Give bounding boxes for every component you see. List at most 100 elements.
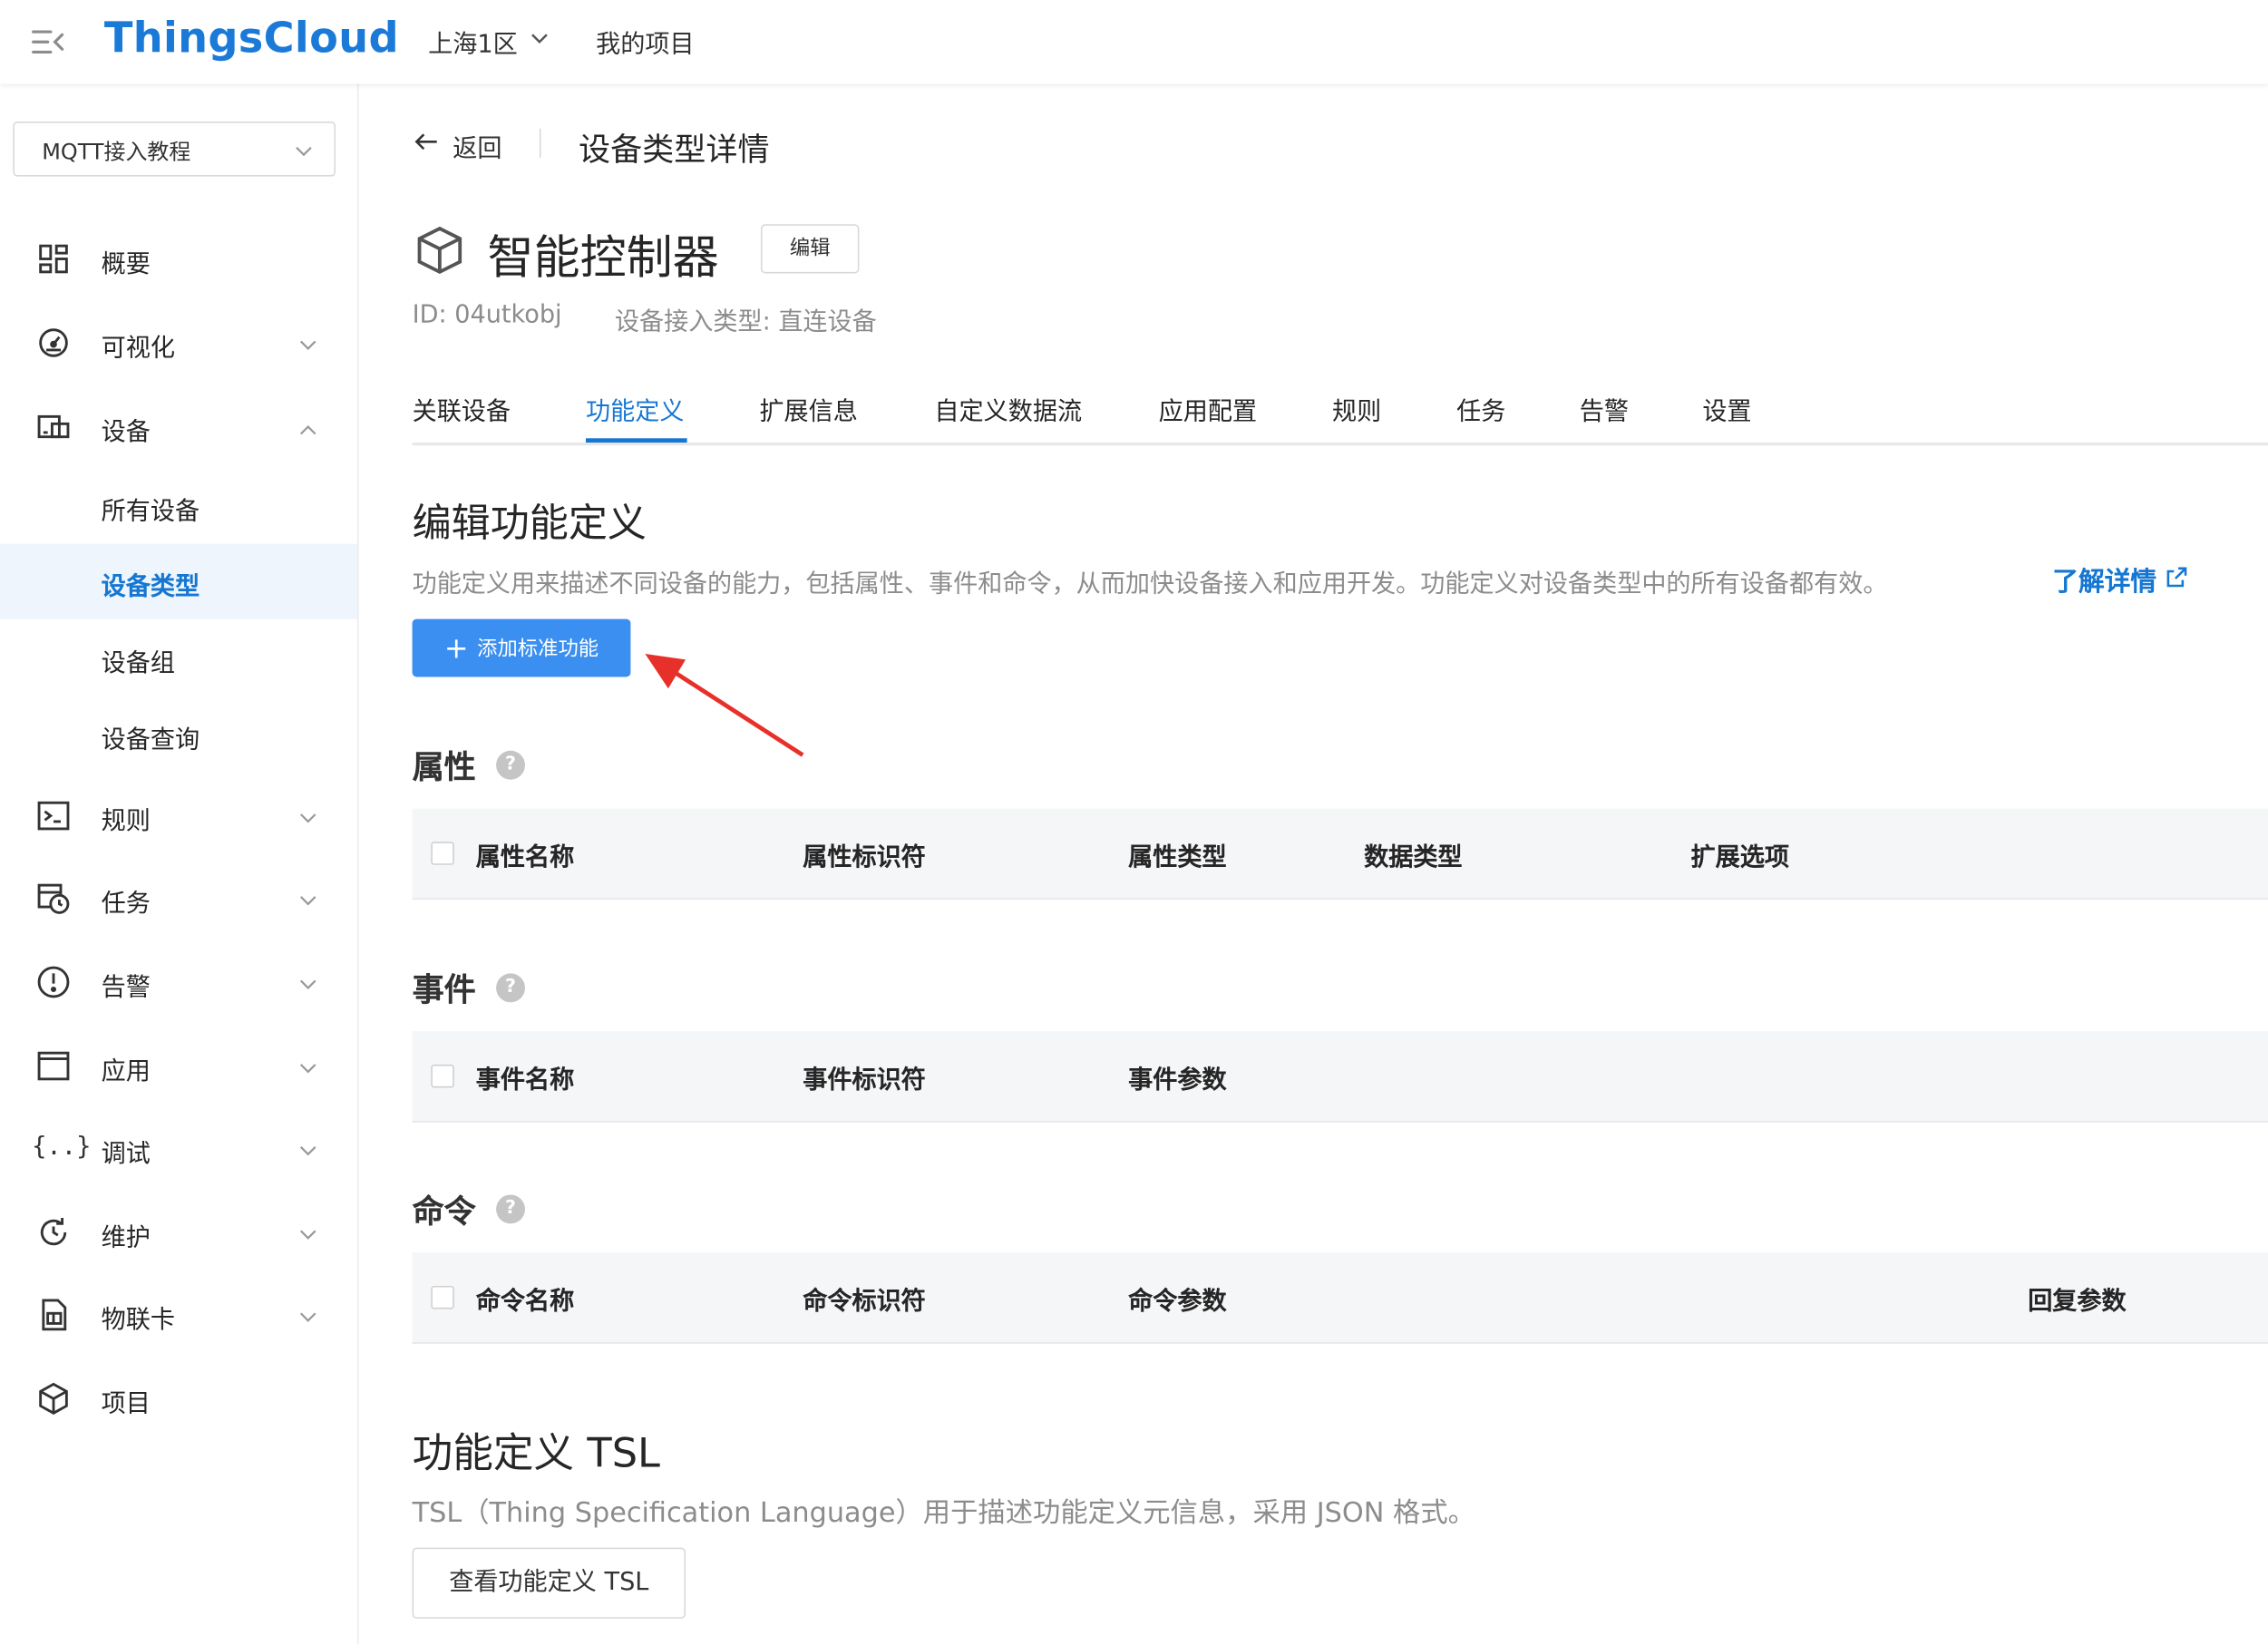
sidebar-item-alerts[interactable]: 告警 [0,953,357,1011]
sidebar-item-label: 调试 [101,1139,151,1169]
column-header: 回复参数 [2028,1287,2127,1317]
column-header: 属性标识符 [803,842,926,872]
chevron-down-icon [298,807,318,834]
column-header: 属性类型 [1128,842,1227,872]
tab-extended-info[interactable]: 扩展信息 [759,391,857,427]
project-select-value: MQTT接入教程 [42,139,191,165]
sidebar-item-apps[interactable]: 应用 [0,1037,357,1095]
plus-icon: + [443,630,469,666]
tab-settings[interactable]: 设置 [1702,391,1751,427]
maintenance-icon [36,1215,71,1250]
sidebar-subitem-device-groups[interactable]: 设备组 [0,620,357,696]
sidebar: MQTT接入教程 概要 可视化 设备 所有设备 设备类型 设备组 设备查询 规则… [0,83,359,1645]
column-header: 属性名称 [475,842,575,872]
sidebar-item-visualization[interactable]: 可视化 [0,314,357,372]
events-heading: 事件 ? [412,965,526,1011]
column-header: 数据类型 [1364,842,1463,872]
chevron-down-icon [298,1306,318,1333]
chevron-down-icon [298,973,318,1000]
scheduled-task-icon [36,881,71,915]
sidebar-item-label: 物联卡 [101,1306,175,1336]
sidebar-item-debug[interactable]: {..} 调试 [0,1120,357,1178]
device-type-cube-icon [414,224,465,282]
tab-tasks[interactable]: 任务 [1456,391,1505,427]
sidebar-item-sim-cards[interactable]: 物联卡 [0,1286,357,1344]
cube-icon [36,1381,71,1416]
sidebar-subitem-device-types[interactable]: 设备类型 [0,543,357,619]
select-all-checkbox[interactable] [431,1064,454,1088]
tab-linked-devices[interactable]: 关联设备 [413,391,511,427]
sidebar-subitem-label: 设备查询 [101,725,200,755]
tab-rules[interactable]: 规则 [1332,391,1381,427]
alert-icon [36,965,71,999]
window-icon [36,1048,71,1083]
tab-custom-data-streams[interactable]: 自定义数据流 [934,391,1082,427]
commands-heading: 命令 ? [412,1186,526,1232]
external-link-icon [2166,565,2189,595]
sidebar-subitem-device-query[interactable]: 设备查询 [0,697,357,773]
help-icon[interactable]: ? [496,1194,526,1224]
section-title: 编辑功能定义 [412,501,647,547]
sidebar-item-rules[interactable]: 规则 [0,787,357,845]
chevron-down-icon [298,1057,318,1085]
chevron-up-icon [298,418,318,445]
sidebar-item-label: 概要 [101,249,151,279]
section-description: 功能定义用来描述不同设备的能力，包括属性、事件和命令，从而加快设备接入和应用开发… [412,569,1888,599]
tab-function-definition[interactable]: 功能定义 [586,391,684,427]
properties-heading: 属性 ? [412,742,526,788]
project-select[interactable]: MQTT接入教程 [13,121,336,177]
view-tsl-button[interactable]: 查看功能定义 TSL [412,1547,686,1619]
properties-title: 属性 [412,750,476,787]
region-selector[interactable]: 上海1区 [428,24,552,60]
sidebar-item-label: 告警 [101,973,151,1003]
column-header: 扩展选项 [1690,842,1790,872]
sidebar-item-label: 可视化 [101,334,175,364]
tab-app-config[interactable]: 应用配置 [1159,391,1257,427]
menu-collapse-icon[interactable] [29,24,66,61]
brand-logo[interactable]: ThingsCloud [104,13,399,62]
column-header: 事件参数 [1128,1066,1227,1095]
add-standard-function-button[interactable]: + 添加标准功能 [412,618,631,677]
select-all-checkbox[interactable] [431,1285,454,1309]
chevron-down-icon [298,890,318,917]
chevron-down-icon [294,141,314,168]
header-divider [539,128,541,158]
help-icon[interactable]: ? [496,750,526,780]
commands-title: 命令 [412,1194,476,1231]
tsl-title: 功能定义 TSL [412,1428,660,1477]
tab-bar: 关联设备 功能定义 扩展信息 自定义数据流 应用配置 规则 任务 告警 设置 [412,379,2268,446]
terminal-icon [36,798,71,832]
active-tab-indicator [585,438,687,443]
edit-button[interactable]: 编辑 [760,224,860,274]
braces-icon: {..} [32,1132,92,1162]
learn-more-link[interactable]: 了解详情 [2052,561,2188,599]
chevron-down-icon [298,334,318,361]
sidebar-subitem-label: 所有设备 [101,497,200,527]
sidebar-item-devices[interactable]: 设备 [0,398,357,456]
learn-more-label: 了解详情 [2052,567,2157,598]
sidebar-item-maintenance[interactable]: 维护 [0,1203,357,1261]
commands-table-header: 命令名称 命令标识符 命令参数 回复参数 [412,1252,2268,1344]
sidebar-item-label: 维护 [101,1223,151,1253]
sidebar-subitem-label: 设备类型 [101,572,200,602]
tab-alerts[interactable]: 告警 [1580,391,1629,427]
events-table-header: 事件名称 事件标识符 事件参数 [412,1031,2268,1123]
sidebar-item-projects[interactable]: 项目 [0,1369,357,1427]
column-header: 命令名称 [475,1287,575,1317]
events-title: 事件 [412,973,476,1010]
page-title: 设备类型详情 [579,132,770,170]
sidebar-item-overview[interactable]: 概要 [0,230,357,288]
sidebar-item-tasks[interactable]: 任务 [0,870,357,928]
sidebar-item-label: 任务 [101,889,151,919]
my-projects-link[interactable]: 我的项目 [596,24,694,59]
column-header: 命令标识符 [803,1287,926,1317]
dashboard-icon [36,241,71,276]
select-all-checkbox[interactable] [431,842,454,865]
sidebar-item-label: 设备 [101,417,151,447]
sidebar-subitem-all-devices[interactable]: 所有设备 [0,469,357,544]
top-bar: ThingsCloud 上海1区 我的项目 [0,0,2268,84]
column-header: 命令参数 [1128,1287,1227,1317]
back-button[interactable]: 返回 [413,127,501,163]
help-icon[interactable]: ? [496,973,526,1003]
region-label: 上海1区 [428,30,518,60]
